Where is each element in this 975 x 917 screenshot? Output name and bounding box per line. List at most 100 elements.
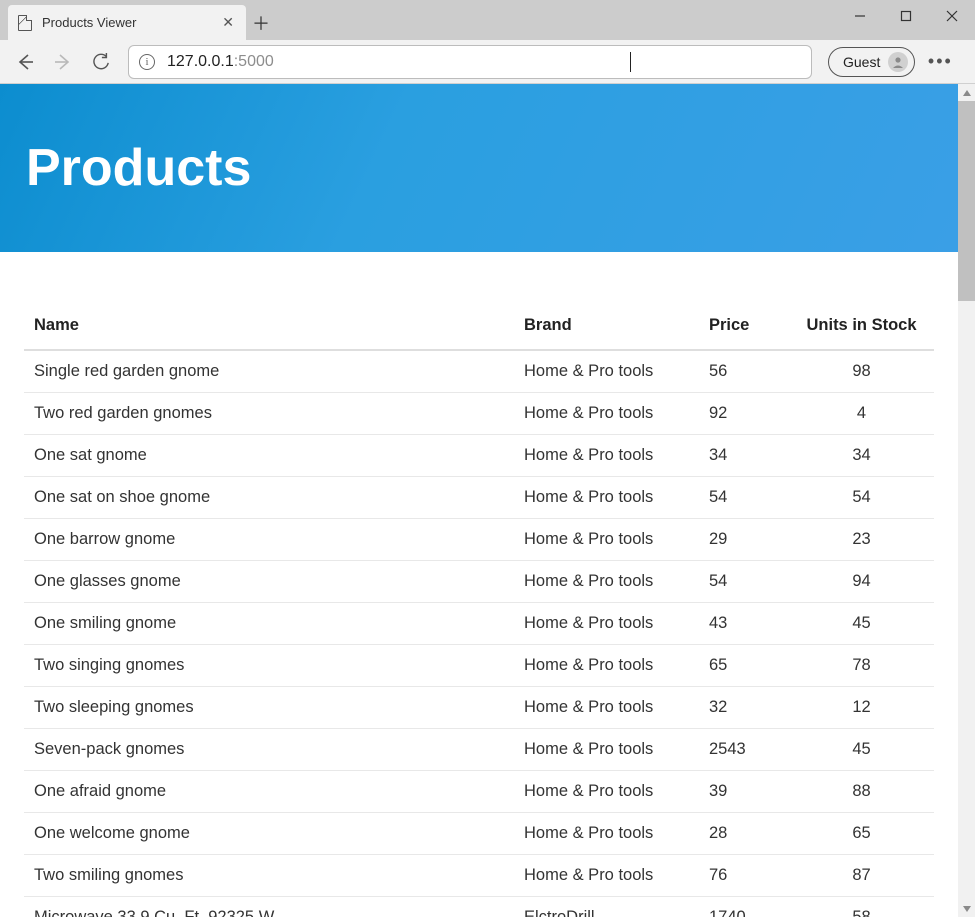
cell-brand: Home & Pro tools [514,729,699,771]
cell-stock: 65 [789,813,934,855]
window-maximize-button[interactable] [883,0,929,32]
address-bar[interactable]: i 127.0.0.1:5000 [128,45,812,79]
url-port: :5000 [234,53,274,71]
cell-name: One smiling gnome [24,603,514,645]
table-row: Two red garden gnomesHome & Pro tools924 [24,393,934,435]
cell-stock: 98 [789,350,934,393]
site-info-icon[interactable]: i [139,54,155,70]
cell-price: 39 [699,771,789,813]
cell-stock: 54 [789,477,934,519]
cell-brand: Home & Pro tools [514,771,699,813]
col-header-stock: Units in Stock [789,308,934,350]
cell-name: Two singing gnomes [24,645,514,687]
cell-price: 28 [699,813,789,855]
cell-name: Microwave 33.9 Cu. Ft. 92325 W [24,897,514,917]
cell-price: 43 [699,603,789,645]
browser-tab[interactable]: Products Viewer ✕ [8,5,246,40]
cell-stock: 23 [789,519,934,561]
avatar-icon [888,52,908,72]
window-close-button[interactable] [929,0,975,32]
tab-close-icon[interactable]: ✕ [220,12,236,33]
cell-name: One sat gnome [24,435,514,477]
scroll-down-icon[interactable] [958,900,975,917]
products-table: Name Brand Price Units in Stock Single r… [24,308,934,917]
cell-brand: Home & Pro tools [514,561,699,603]
cell-brand: Home & Pro tools [514,813,699,855]
cell-price: 29 [699,519,789,561]
new-tab-button[interactable]: ＋ [246,5,276,40]
page-favicon-icon [18,15,32,31]
cell-name: One afraid gnome [24,771,514,813]
cell-stock: 58 [789,897,934,917]
cell-name: Two red garden gnomes [24,393,514,435]
scroll-up-icon[interactable] [958,84,975,101]
cell-brand: Home & Pro tools [514,477,699,519]
table-row: One welcome gnomeHome & Pro tools2865 [24,813,934,855]
cell-stock: 45 [789,603,934,645]
cell-price: 56 [699,350,789,393]
cell-brand: Home & Pro tools [514,519,699,561]
cell-brand: Home & Pro tools [514,687,699,729]
col-header-price: Price [699,308,789,350]
cell-stock: 4 [789,393,934,435]
cell-name: One barrow gnome [24,519,514,561]
cell-name: Seven-pack gnomes [24,729,514,771]
cell-brand: Home & Pro tools [514,435,699,477]
cell-brand: ElctroDrill [514,897,699,917]
scroll-thumb[interactable] [958,101,975,301]
table-row: One smiling gnomeHome & Pro tools4345 [24,603,934,645]
cell-price: 34 [699,435,789,477]
table-row: Two sleeping gnomesHome & Pro tools3212 [24,687,934,729]
table-row: Single red garden gnomeHome & Pro tools5… [24,350,934,393]
cell-price: 54 [699,477,789,519]
cell-stock: 94 [789,561,934,603]
table-row: Seven-pack gnomesHome & Pro tools254345 [24,729,934,771]
cell-stock: 12 [789,687,934,729]
profile-button[interactable]: Guest [828,47,915,77]
page-title: Products [26,138,251,198]
cell-price: 76 [699,855,789,897]
col-header-name: Name [24,308,514,350]
browser-toolbar: i 127.0.0.1:5000 Guest ••• [0,40,975,84]
cell-brand: Home & Pro tools [514,645,699,687]
more-menu-button[interactable]: ••• [923,45,957,79]
scrollbar[interactable] [958,84,975,917]
text-caret-icon [630,52,631,72]
cell-name: One sat on shoe gnome [24,477,514,519]
cell-name: One welcome gnome [24,813,514,855]
cell-name: One glasses gnome [24,561,514,603]
tab-title: Products Viewer [42,15,220,30]
cell-price: 2543 [699,729,789,771]
cell-brand: Home & Pro tools [514,603,699,645]
window-controls [837,0,975,32]
table-row: Two singing gnomesHome & Pro tools6578 [24,645,934,687]
cell-price: 1740 [699,897,789,917]
browser-titlebar: Products Viewer ✕ ＋ [0,0,975,40]
back-button[interactable] [8,45,42,79]
page-hero: Products [0,84,958,252]
table-row: One sat gnomeHome & Pro tools3434 [24,435,934,477]
cell-brand: Home & Pro tools [514,855,699,897]
table-header-row: Name Brand Price Units in Stock [24,308,934,350]
page-viewport: Products Name Brand Price Units in Stock… [0,84,975,917]
cell-price: 92 [699,393,789,435]
cell-name: Single red garden gnome [24,350,514,393]
cell-name: Two sleeping gnomes [24,687,514,729]
page-body: Name Brand Price Units in Stock Single r… [0,252,958,917]
url-host: 127.0.0.1 [167,53,234,71]
table-row: Two smiling gnomesHome & Pro tools7687 [24,855,934,897]
refresh-button[interactable] [84,45,118,79]
cell-price: 65 [699,645,789,687]
col-header-brand: Brand [514,308,699,350]
cell-brand: Home & Pro tools [514,350,699,393]
cell-price: 54 [699,561,789,603]
window-minimize-button[interactable] [837,0,883,32]
table-row: Microwave 33.9 Cu. Ft. 92325 WElctroDril… [24,897,934,917]
forward-button[interactable] [46,45,80,79]
cell-stock: 34 [789,435,934,477]
table-row: One glasses gnomeHome & Pro tools5494 [24,561,934,603]
table-row: One sat on shoe gnomeHome & Pro tools545… [24,477,934,519]
table-row: One afraid gnomeHome & Pro tools3988 [24,771,934,813]
cell-brand: Home & Pro tools [514,393,699,435]
cell-stock: 87 [789,855,934,897]
